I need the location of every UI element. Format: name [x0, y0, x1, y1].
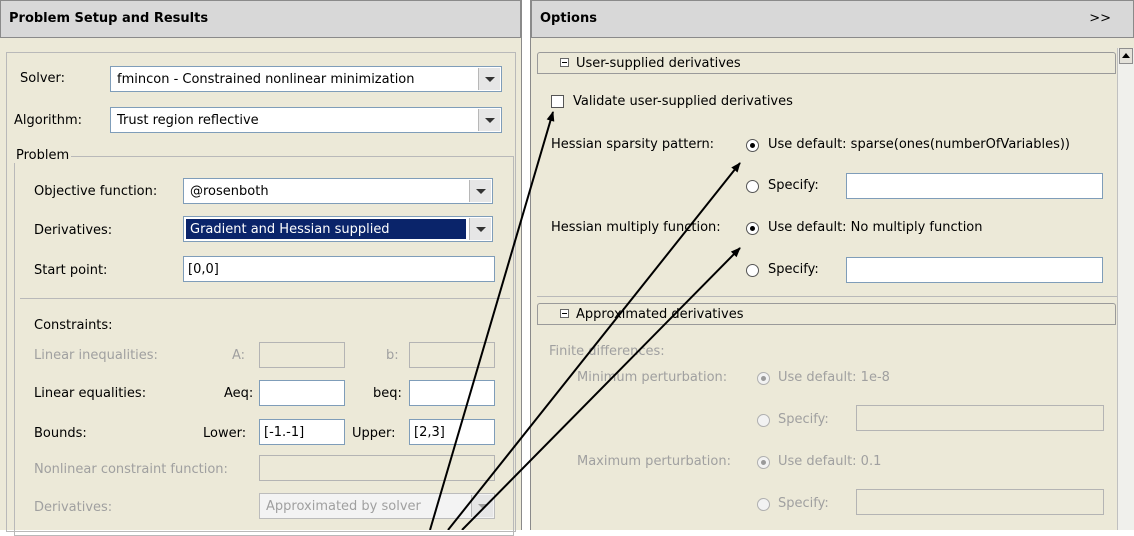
hessian-multiply-specify-radio[interactable] — [746, 264, 759, 277]
start-point-value: [0,0] — [188, 262, 219, 277]
start-point-input[interactable]: [0,0] — [183, 256, 495, 282]
collapse-icon[interactable] — [560, 309, 569, 318]
constraint-derivatives-dropdown[interactable]: Approximated by solver — [259, 493, 495, 519]
chevron-down-icon[interactable] — [478, 109, 500, 131]
lower-label: Lower: — [203, 426, 247, 441]
objective-function-label: Objective function: — [34, 184, 158, 199]
a-label: A: — [232, 348, 246, 363]
collapse-icon[interactable] — [560, 58, 569, 67]
min-perturbation-specify-label: Specify: — [778, 412, 829, 427]
hessian-multiply-input[interactable] — [846, 257, 1103, 283]
hessian-multiply-specify-label: Specify: — [768, 262, 819, 277]
max-perturbation-default-radio[interactable] — [757, 456, 770, 469]
panel-header: Problem Setup and Results — [0, 0, 521, 38]
chevron-down-icon[interactable] — [471, 495, 493, 517]
hessian-sparsity-specify-radio[interactable] — [746, 180, 759, 193]
a-input[interactable] — [259, 342, 345, 368]
lower-bound-input[interactable]: [-1.-1] — [259, 419, 345, 445]
panel-splitter[interactable] — [521, 0, 531, 530]
aeq-label: Aeq: — [224, 386, 254, 401]
hessian-sparsity-default-radio[interactable] — [746, 139, 759, 152]
min-perturbation-input[interactable] — [856, 405, 1104, 431]
hessian-multiply-label: Hessian multiply function: — [551, 220, 721, 235]
options-panel: Options >> User-supplied derivatives Val… — [531, 0, 1134, 530]
divider — [20, 298, 510, 299]
vertical-scrollbar[interactable] — [1117, 48, 1134, 530]
divider — [537, 296, 1117, 297]
validate-derivatives-checkbox[interactable] — [551, 95, 564, 108]
constraint-derivatives-value: Approximated by solver — [266, 499, 421, 514]
min-perturbation-label: Minimum perturbation: — [577, 370, 728, 385]
approximated-derivatives-section[interactable]: Approximated derivatives — [537, 303, 1116, 325]
algorithm-dropdown[interactable]: Trust region reflective — [110, 107, 502, 133]
hessian-sparsity-label: Hessian sparsity pattern: — [551, 137, 715, 152]
validate-derivatives-label: Validate user-supplied derivatives — [573, 94, 793, 109]
hessian-multiply-default-radio[interactable] — [746, 222, 759, 235]
algorithm-value: Trust region reflective — [117, 113, 259, 128]
constraints-title: Constraints: — [34, 318, 113, 333]
hessian-sparsity-default-label: Use default: sparse(ones(numberOfVariabl… — [768, 137, 1070, 152]
panel-title: Options — [540, 11, 597, 26]
max-perturbation-specify-label: Specify: — [778, 496, 829, 511]
problem-setup-panel: Problem Setup and Results Solver: fminco… — [0, 0, 521, 536]
scroll-up-arrow-icon[interactable] — [1119, 48, 1133, 64]
solver-value: fmincon - Constrained nonlinear minimiza… — [117, 72, 415, 87]
panel-title: Problem Setup and Results — [9, 11, 209, 26]
b-label: b: — [386, 348, 399, 363]
max-perturbation-specify-radio[interactable] — [757, 498, 770, 511]
chevron-down-icon[interactable] — [469, 218, 491, 240]
max-perturbation-label: Maximum perturbation: — [577, 454, 731, 469]
hessian-multiply-default-label: Use default: No multiply function — [768, 220, 983, 235]
aeq-input[interactable] — [259, 380, 345, 406]
max-perturbation-input[interactable] — [856, 489, 1104, 515]
hessian-sparsity-specify-label: Specify: — [768, 178, 819, 193]
hessian-sparsity-input[interactable] — [846, 173, 1103, 199]
objective-function-combo[interactable]: @rosenboth — [183, 178, 493, 204]
section-title: Approximated derivatives — [576, 307, 744, 322]
chevron-down-icon[interactable] — [478, 68, 500, 90]
min-perturbation-specify-radio[interactable] — [757, 414, 770, 427]
objective-function-value: @rosenboth — [190, 184, 269, 199]
derivatives-value: Gradient and Hessian supplied — [186, 219, 466, 239]
linear-inequalities-label: Linear inequalities: — [34, 348, 158, 363]
bounds-label: Bounds: — [34, 426, 87, 441]
start-point-label: Start point: — [34, 263, 108, 278]
upper-bound-input[interactable]: [2,3] — [409, 419, 495, 445]
nonlinear-constraint-label: Nonlinear constraint function: — [34, 462, 228, 477]
upper-label: Upper: — [352, 426, 396, 441]
solver-dropdown[interactable]: fmincon - Constrained nonlinear minimiza… — [110, 66, 502, 92]
problem-group-title: Problem — [14, 148, 72, 163]
nonlinear-constraint-input[interactable] — [259, 455, 495, 481]
beq-label: beq: — [373, 386, 402, 401]
max-perturbation-default-label: Use default: 0.1 — [778, 454, 882, 469]
user-supplied-derivatives-section[interactable]: User-supplied derivatives — [537, 52, 1116, 74]
solver-label: Solver: — [20, 71, 66, 86]
algorithm-label: Algorithm: — [14, 113, 83, 128]
expand-button[interactable]: >> — [1089, 11, 1111, 26]
beq-input[interactable] — [409, 380, 495, 406]
min-perturbation-default-label: Use default: 1e-8 — [778, 370, 890, 385]
derivatives-dropdown[interactable]: Gradient and Hessian supplied — [183, 216, 493, 242]
constraint-derivatives-label: Derivatives: — [34, 500, 113, 515]
b-input[interactable] — [409, 342, 495, 368]
panel-header: Options >> — [531, 0, 1134, 38]
linear-equalities-label: Linear equalities: — [34, 386, 147, 401]
chevron-down-icon[interactable] — [469, 180, 491, 202]
min-perturbation-default-radio[interactable] — [757, 372, 770, 385]
finite-differences-label: Finite differences: — [549, 344, 665, 359]
section-title: User-supplied derivatives — [576, 56, 741, 71]
derivatives-label: Derivatives: — [34, 223, 113, 238]
